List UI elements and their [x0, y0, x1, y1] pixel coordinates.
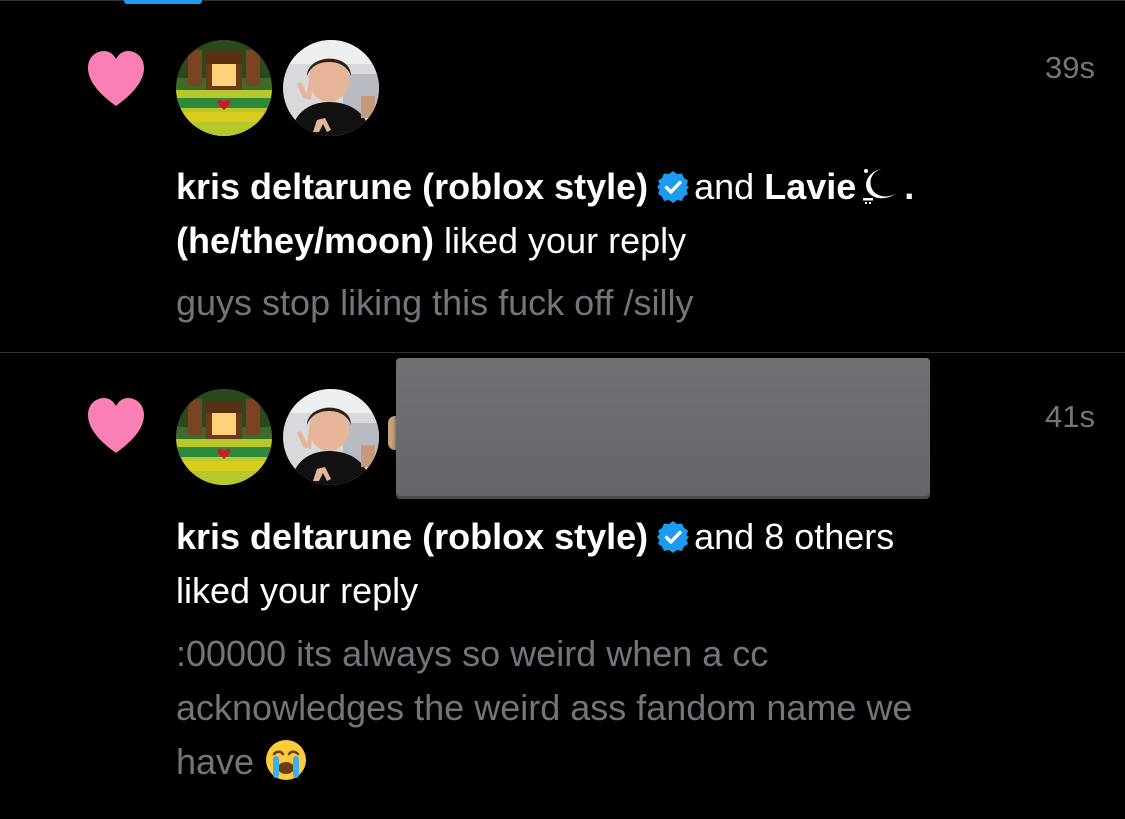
username-suffix: .	[904, 166, 915, 207]
others-text[interactable]: and 8 others	[694, 516, 894, 557]
heart-icon	[84, 48, 148, 108]
timestamp: 41s	[1045, 399, 1095, 434]
verified-badge-icon	[656, 170, 690, 204]
preview-line: acknowledges the weird ass fandom name w…	[176, 687, 913, 728]
loudly-crying-face-emoji-icon	[264, 738, 308, 782]
kris-deltarune-avatar-image	[176, 40, 272, 136]
avatar-boy-peace-sign[interactable]	[283, 389, 379, 485]
username-link[interactable]: kris deltarune (roblox style)	[176, 516, 648, 557]
boy-peace-sign-avatar-image	[283, 40, 379, 136]
username-link[interactable]: Lavie	[764, 166, 856, 207]
action-text: liked your reply	[444, 220, 687, 261]
avatar-kris-deltarune[interactable]	[176, 40, 272, 136]
connector-text: and	[694, 166, 755, 207]
preview-line: have	[176, 741, 255, 782]
crescent-moon-emoji-icon	[856, 165, 904, 205]
reply-preview: :00000 its always so weird when a cc ack…	[176, 627, 1076, 789]
redaction-box	[396, 358, 930, 496]
notification-item[interactable]: 39s kris deltarune (roblox style) and Lav…	[0, 0, 1125, 352]
avatar-lavie[interactable]	[283, 40, 379, 136]
heart-icon	[84, 395, 148, 455]
preview-line: :00000 its always so weird when a cc	[176, 633, 769, 674]
verified-badge-icon	[656, 520, 690, 554]
action-text: liked your reply	[176, 570, 419, 611]
username-pronouns[interactable]: (he/they/moon)	[176, 220, 434, 261]
kris-deltarune-avatar-image	[176, 389, 272, 485]
timestamp: 39s	[1045, 50, 1095, 85]
username-link[interactable]: kris deltarune (roblox style)	[176, 166, 648, 207]
boy-peace-sign-avatar-image	[283, 389, 379, 485]
avatar-kris-deltarune[interactable]	[176, 389, 272, 485]
notification-headline: kris deltarune (roblox style) and Lavie. …	[176, 160, 1076, 268]
notification-headline: kris deltarune (roblox style) and 8 other…	[176, 510, 1076, 618]
reply-preview: guys stop liking this fuck off /silly	[176, 282, 694, 323]
